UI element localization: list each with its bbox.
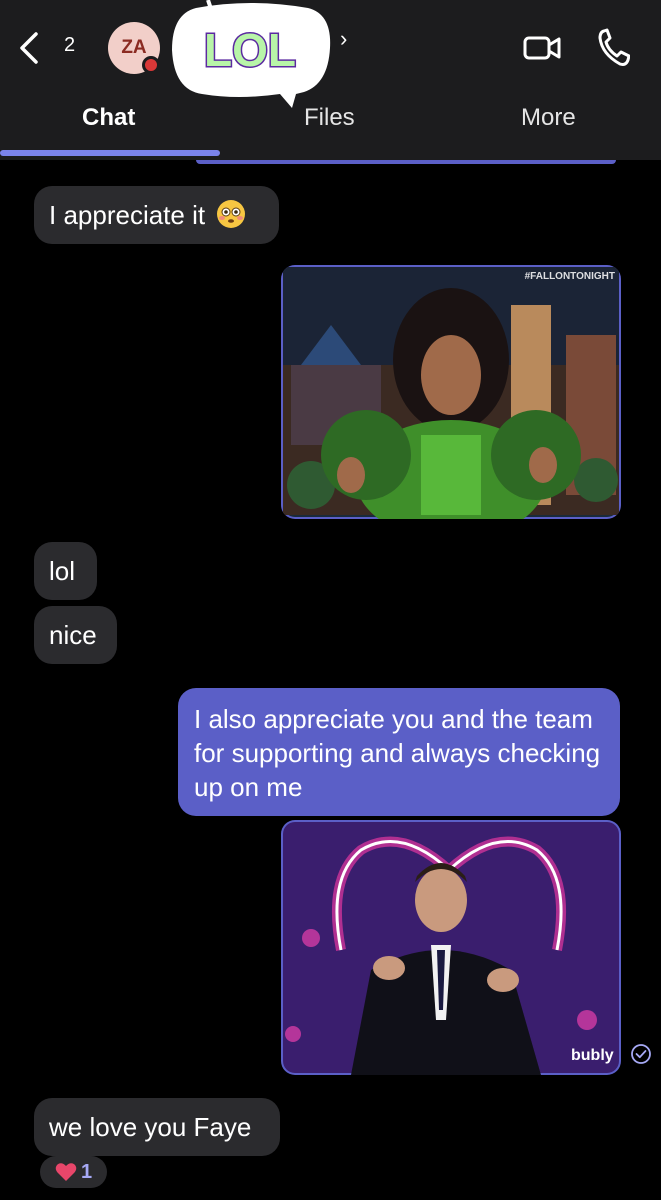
tab-more[interactable]: More [521,104,576,132]
tab-files[interactable]: Files [304,104,355,132]
message-bubble-incoming[interactable]: we love you Faye [34,1098,280,1156]
chevron-left-icon[interactable] [14,28,44,68]
message-text: nice [49,620,97,650]
message-bubble-incoming[interactable]: lol [34,542,97,600]
lol-sticker: LOL [172,0,331,108]
details-chevron[interactable]: › [340,26,347,52]
video-call-icon[interactable] [522,30,562,66]
previous-message-edge [196,160,616,164]
message-bubble-incoming[interactable]: I appreciate it [34,186,279,244]
talk-show-gif-image: #FALLONTONIGHT [283,267,619,519]
message-text: lol [49,556,76,586]
active-tab-indicator [0,150,220,156]
message-text: I also appreciate you and the team for s… [194,704,601,802]
avatar-initials: ZA [121,37,147,58]
phone-icon[interactable] [596,26,630,68]
gif-message[interactable]: #FALLONTONIGHT [281,265,621,519]
presence-status-icon [142,56,160,74]
gif-message[interactable]: bubly [281,820,621,1075]
seen-check-icon [631,1044,651,1064]
message-text: I appreciate it [49,200,206,230]
flushed-face-icon [217,200,246,228]
message-bubble-incoming[interactable]: nice [34,606,117,664]
gif-watermark: #FALLONTONIGHT [525,271,615,282]
sticker-text: LOL [204,24,296,76]
unread-count[interactable]: 2 [64,34,75,57]
tab-chat[interactable]: Chat [82,104,135,132]
heart-icon [55,1163,77,1181]
heart-gif-image: bubly [283,822,619,1075]
message-bubble-outgoing[interactable]: I also appreciate you and the team for s… [178,688,620,816]
reaction-count: 1 [80,1160,93,1183]
reaction-badge[interactable]: 1 [40,1156,107,1188]
message-text: we love you Faye [49,1112,252,1142]
gif-watermark: bubly [571,1047,614,1064]
chat-header: 2 ZA LOL › Chat Files More [0,0,661,160]
